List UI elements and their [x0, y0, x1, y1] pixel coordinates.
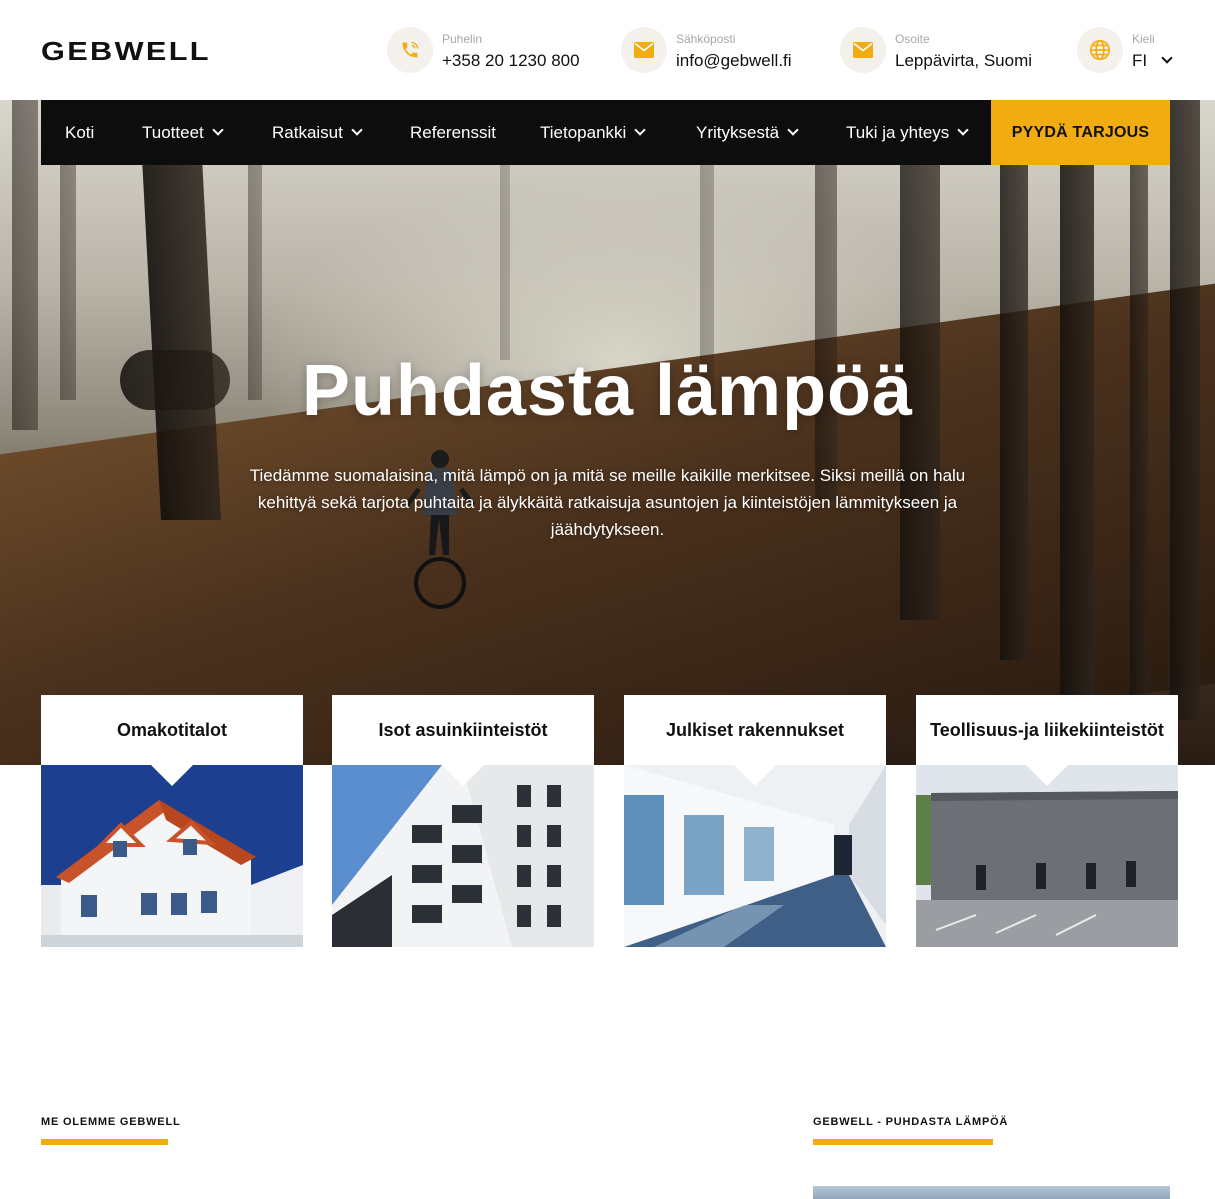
video-thumbnail[interactable]: [813, 1186, 1170, 1199]
mail-icon: [840, 27, 886, 73]
eyebrow-underline: [813, 1139, 993, 1145]
language-value[interactable]: FI: [1132, 51, 1173, 71]
apartment-image: [332, 765, 594, 947]
phone-contact[interactable]: Puhelin +358 20 1230 800: [387, 27, 587, 73]
card-pointer: [1025, 764, 1069, 786]
chevron-down-icon: [1161, 52, 1173, 64]
section-eyebrow-clean-heat: GEBWELL - PUHDASTA LÄMPÖÄ: [813, 1116, 1009, 1128]
address-contact: Osoite Leppävirta, Suomi: [840, 27, 1050, 73]
nav-item-koti[interactable]: Koti: [65, 100, 94, 165]
card-title: Isot asuinkiinteistöt: [332, 695, 594, 765]
nav-label: Tietopankki: [540, 122, 627, 142]
card-title: Teollisuus-ja liikekiinteistöt: [916, 695, 1178, 765]
nav-label: Tuki ja yhteys: [846, 122, 950, 142]
mail-icon: [621, 27, 667, 73]
address-value: Leppävirta, Suomi: [895, 51, 1033, 70]
category-card-julkiset-rakennukset[interactable]: Julkiset rakennukset: [624, 695, 886, 947]
phone-icon: [387, 27, 433, 73]
chevron-down-icon: [634, 123, 646, 136]
category-card-isot-asuinkiinteistot[interactable]: Isot asuinkiinteistöt: [332, 695, 594, 947]
nav-label: Koti: [65, 122, 95, 142]
house-image: [41, 765, 303, 947]
card-title: Julkiset rakennukset: [624, 695, 886, 765]
main-navigation: Koti Tuotteet Ratkaisut Referenssit Tiet…: [41, 100, 1170, 165]
nav-item-tuki-ja-yhteys[interactable]: Tuki ja yhteys: [846, 100, 969, 165]
card-pointer: [441, 764, 485, 786]
address-label: Osoite: [895, 32, 930, 46]
card-pointer: [733, 764, 777, 786]
globe-icon: [1077, 27, 1123, 73]
industrial-building-image: [916, 765, 1178, 947]
email-contact[interactable]: Sähköposti info@gebwell.fi: [621, 27, 811, 73]
hero-banner: Puhdasta lämpöä Tiedämme suomalaisina, m…: [0, 100, 1215, 765]
corridor-image: [624, 765, 886, 947]
chevron-down-icon: [787, 123, 799, 136]
chevron-down-icon: [212, 123, 224, 136]
nav-item-tuotteet[interactable]: Tuotteet: [142, 100, 224, 165]
nav-item-referenssit[interactable]: Referenssit: [410, 100, 496, 165]
card-pointer: [150, 764, 194, 786]
nav-label: Tuotteet: [142, 122, 204, 142]
hero-title: Puhdasta lämpöä: [301, 351, 914, 431]
chevron-down-icon: [351, 123, 363, 136]
category-card-omakotitalot[interactable]: Omakotitalot: [41, 695, 303, 947]
request-quote-button[interactable]: PYYDÄ TARJOUS: [991, 100, 1170, 165]
nav-label: Yrityksestä: [696, 122, 780, 142]
nav-label: Referenssit: [410, 122, 496, 142]
language-selector[interactable]: Kieli FI: [1077, 27, 1177, 73]
section-eyebrow-we-are: ME OLEMME GEBWELL: [41, 1116, 181, 1128]
card-title: Omakotitalot: [41, 695, 303, 765]
category-card-teollisuus-ja-liikekiinteistot[interactable]: Teollisuus-ja liikekiinteistöt: [916, 695, 1178, 947]
hero-description: Tiedämme suomalaisina, mitä lämpö on ja …: [249, 466, 966, 539]
phone-value[interactable]: +358 20 1230 800: [442, 51, 580, 71]
gebwell-logo[interactable]: GEBWELL: [41, 38, 211, 64]
site-header: GEBWELL Puhelin +358 20 1230 800 Sähköpo…: [0, 0, 1215, 100]
chevron-down-icon: [957, 123, 969, 136]
eyebrow-underline: [41, 1139, 168, 1145]
nav-item-tietopankki[interactable]: Tietopankki: [540, 100, 646, 165]
phone-label: Puhelin: [442, 32, 483, 46]
nav-item-yrityksesta[interactable]: Yrityksestä: [696, 100, 799, 165]
nav-item-ratkaisut[interactable]: Ratkaisut: [272, 100, 363, 165]
nav-label: Ratkaisut: [272, 122, 343, 142]
email-value[interactable]: info@gebwell.fi: [676, 51, 792, 71]
language-label: Kieli: [1132, 32, 1155, 46]
section-heading-cutoff: [41, 1188, 261, 1199]
email-label: Sähköposti: [676, 32, 736, 46]
language-code: FI: [1132, 51, 1148, 70]
